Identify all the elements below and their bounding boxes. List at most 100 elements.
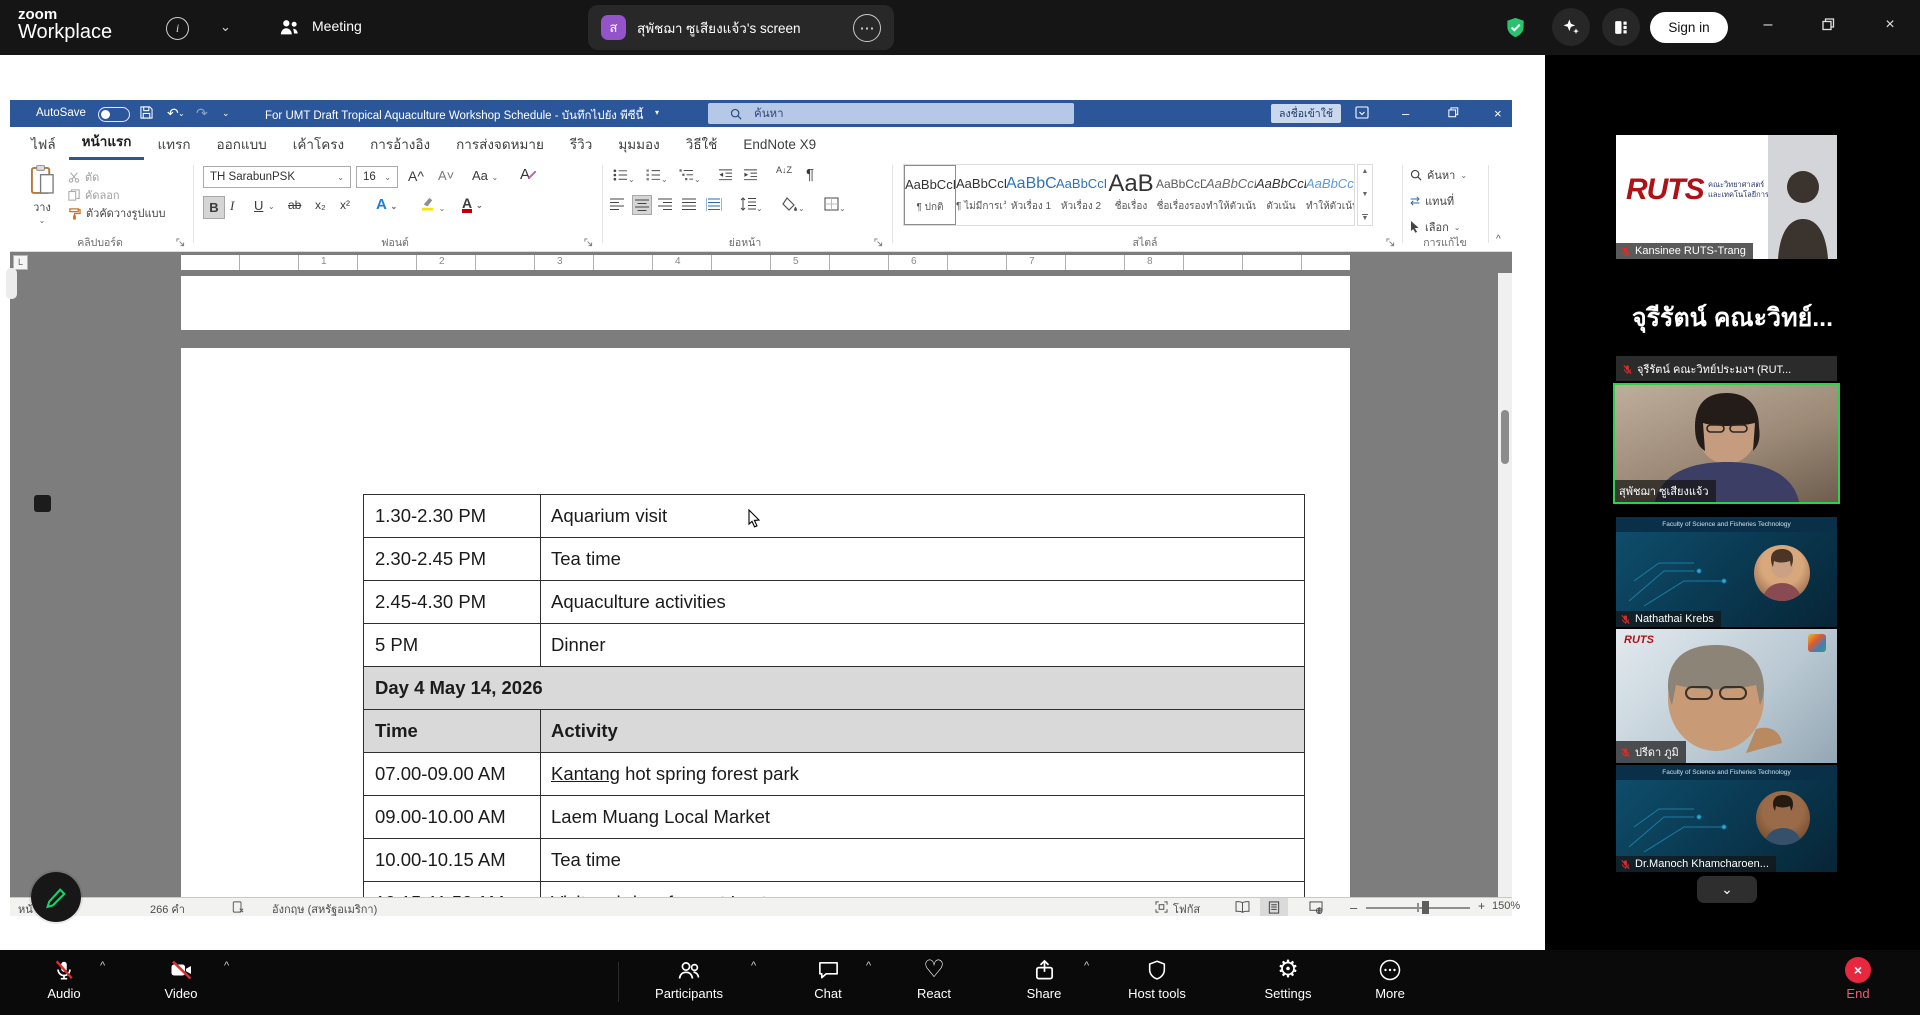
tab-help[interactable]: วิธีใช้: [673, 131, 731, 160]
quick-access-chevron[interactable]: ⌄: [222, 108, 230, 119]
multilevel-list-button[interactable]: ⌄: [679, 168, 701, 185]
share-options-chevron[interactable]: ^: [1084, 960, 1089, 972]
tab-mailings[interactable]: การส่งจดหมาย: [443, 131, 557, 160]
undo-chevron[interactable]: ⌄: [178, 109, 185, 118]
tab-references[interactable]: การอ้างอิง: [357, 131, 443, 160]
focus-label[interactable]: โฟกัส: [1173, 900, 1200, 918]
distribute-button[interactable]: [705, 198, 723, 214]
sort-button[interactable]: A↓Z: [776, 166, 792, 175]
tab-shared-screen[interactable]: ส สุพัชฌา ซูเสียงแจ้ว's screen ⋯: [588, 5, 894, 50]
settings-button[interactable]: ⚙ Settings: [1243, 957, 1333, 1002]
ai-companion-button[interactable]: [1552, 8, 1590, 46]
styles-scroll-up-icon[interactable]: ▲: [1362, 168, 1369, 175]
zoom-out-button[interactable]: –: [1350, 900, 1357, 915]
font-size-select[interactable]: 16 ⌄: [356, 166, 398, 188]
clipboard-dialog-launcher-icon[interactable]: [176, 236, 186, 247]
style-title[interactable]: AaB ชื่อเรื่อง: [1106, 165, 1156, 225]
find-button[interactable]: ค้นหา ⌄: [1410, 166, 1467, 184]
bullets-button[interactable]: ⌄: [613, 168, 635, 185]
tab-selector[interactable]: L: [13, 255, 28, 270]
tab-layout[interactable]: เค้าโครง: [280, 131, 357, 160]
align-right-button[interactable]: [658, 198, 672, 214]
style-subtle-emphasis[interactable]: AaBbCcDทำให้ตัวเน้น...: [1206, 165, 1256, 225]
style-heading1[interactable]: AaBbC(หัวเรื่อง 1: [1006, 165, 1056, 225]
proofing-icon[interactable]: [232, 901, 244, 916]
grow-font-button[interactable]: A^: [408, 168, 424, 184]
side-scroll-strip[interactable]: [6, 268, 17, 299]
ribbon-display-options-icon[interactable]: [1355, 106, 1369, 122]
share-screen-button[interactable]: Share: [999, 957, 1089, 1001]
redo-button[interactable]: ↷: [196, 105, 208, 122]
chat-button[interactable]: Chat: [783, 957, 873, 1001]
audio-options-chevron[interactable]: ^: [100, 960, 105, 972]
participants-button[interactable]: Participants: [644, 957, 734, 1001]
more-button[interactable]: More: [1345, 957, 1435, 1001]
autosave-toggle[interactable]: [98, 107, 130, 122]
participants-options-chevron[interactable]: ^: [751, 960, 756, 972]
collapse-ribbon-icon[interactable]: ^: [1496, 234, 1501, 245]
styles-scroll-down-icon[interactable]: ▼: [1362, 191, 1369, 198]
react-button[interactable]: ♡ React: [889, 957, 979, 1002]
word-sign-in-button[interactable]: ลงชื่อเข้าใช้: [1271, 104, 1341, 123]
paragraph-dialog-launcher-icon[interactable]: [874, 236, 884, 247]
word-close-button[interactable]: ×: [1494, 106, 1502, 121]
zoom-level[interactable]: 150%: [1492, 900, 1520, 912]
chevron-down-icon[interactable]: ⌄: [220, 19, 231, 35]
undo-button[interactable]: ↶: [167, 105, 179, 122]
audio-button[interactable]: Audio: [19, 957, 109, 1001]
sidebar-scroll-down-button[interactable]: ⌄: [1697, 876, 1757, 903]
font-dialog-launcher-icon[interactable]: [584, 236, 594, 247]
search-box[interactable]: ค้นหา: [708, 103, 1074, 124]
superscript-button[interactable]: x²: [340, 198, 350, 212]
sign-in-button[interactable]: Sign in: [1650, 12, 1728, 43]
font-family-select[interactable]: TH SarabunPSK ⌄: [203, 166, 351, 188]
zoom-in-button[interactable]: +: [1478, 899, 1485, 913]
italic-button[interactable]: I: [230, 198, 234, 214]
web-layout-button[interactable]: [1302, 898, 1330, 916]
security-shield-icon[interactable]: [1504, 16, 1527, 39]
tab-design[interactable]: ออกแบบ: [204, 131, 280, 160]
highlight-button[interactable]: ⌄: [420, 196, 445, 214]
font-color-button[interactable]: A ⌄: [462, 195, 483, 213]
tab-endnote[interactable]: EndNote X9: [730, 131, 829, 160]
styles-gallery-more-icon[interactable]: ▼: [1361, 214, 1369, 222]
tab-file[interactable]: ไฟล์: [18, 131, 69, 160]
justify-button[interactable]: [682, 198, 696, 214]
video-options-chevron[interactable]: ^: [224, 960, 229, 972]
window-restore-button[interactable]: [1816, 18, 1840, 36]
tab-home[interactable]: หน้าแรก: [68, 128, 145, 160]
print-layout-button[interactable]: [1260, 898, 1288, 916]
tab-options-ellipsis-icon[interactable]: ⋯: [853, 13, 881, 42]
bold-button[interactable]: B: [203, 196, 225, 219]
window-close-button[interactable]: ×: [1878, 16, 1902, 34]
video-tile-jureerat[interactable]: จุรีรัตน์ คณะวิทย์ประมงฯ (RUT...: [1616, 356, 1837, 381]
style-heading2[interactable]: AaBbCcDหัวเรื่อง 2: [1056, 165, 1106, 225]
shading-button[interactable]: ⌄: [782, 197, 805, 214]
subscript-button[interactable]: x₂: [315, 198, 326, 212]
strikethrough-button[interactable]: ab: [288, 198, 301, 212]
title-caret-icon[interactable]: ▾: [655, 108, 659, 117]
video-button[interactable]: Video: [136, 957, 226, 1001]
borders-button[interactable]: ⌄: [824, 197, 846, 214]
style-subtitle[interactable]: AaBbCcDdชื่อเรื่องรอง: [1156, 165, 1206, 225]
paste-button[interactable]: วาง ⌄: [20, 164, 64, 225]
info-icon[interactable]: i: [166, 17, 189, 40]
style-emphasis[interactable]: AaBbCcDตัวเน้น: [1256, 165, 1306, 225]
tab-review[interactable]: รีวิว: [557, 131, 605, 160]
shrink-font-button[interactable]: A˅: [438, 168, 454, 183]
underline-chevron[interactable]: ⌄: [268, 202, 275, 211]
format-painter-button[interactable]: ตัวคัดวางรูปแบบ: [68, 204, 166, 222]
copy-button[interactable]: คัดลอก: [68, 186, 120, 204]
vertical-scrollbar[interactable]: [1498, 273, 1512, 897]
word-count[interactable]: 266 คำ: [150, 900, 185, 918]
panel-layout-button[interactable]: [1602, 8, 1640, 46]
host-tools-button[interactable]: Host tools: [1112, 957, 1202, 1001]
tab-meeting[interactable]: Meeting: [312, 18, 362, 34]
scrollbar-thumb[interactable]: [1501, 410, 1509, 464]
change-case-button[interactable]: Aa ⌄: [472, 168, 498, 183]
style-no-spacing[interactable]: AaBbCcD¶ ไม่มีการเว้...: [956, 165, 1006, 225]
video-tile-nathathai[interactable]: Faculty of Science and Fisheries Technol…: [1616, 517, 1837, 627]
document-area[interactable]: 1.30-2.30 PM Aquarium visit 2.30-2.45 PM…: [10, 273, 1512, 897]
underline-button[interactable]: U: [254, 198, 263, 213]
video-tile-manoch[interactable]: Faculty of Science and Fisheries Technol…: [1616, 765, 1837, 872]
